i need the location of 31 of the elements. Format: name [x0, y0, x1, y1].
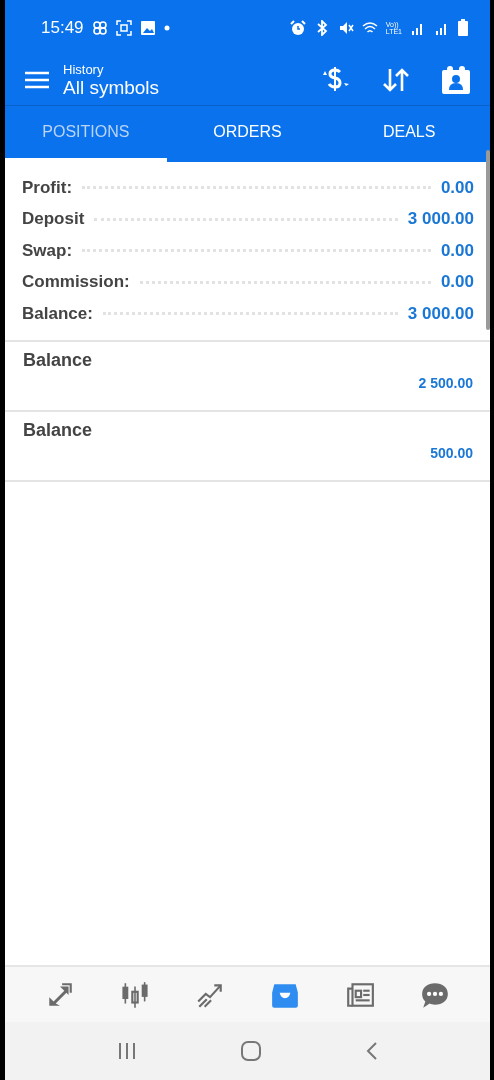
calendar-button[interactable] — [440, 64, 472, 96]
summary-value: 0.00 — [440, 240, 474, 261]
summary-label: Deposit — [22, 209, 85, 230]
recent-apps-icon[interactable] — [117, 1043, 136, 1059]
tab[interactable]: DEALS — [328, 106, 490, 162]
summary-value: 0.00 — [440, 177, 474, 198]
header-title: All symbols — [63, 76, 160, 99]
summary-value: 3 000.00 — [407, 303, 474, 324]
screenshot-icon — [115, 19, 132, 36]
tab[interactable]: POSITIONS — [5, 106, 167, 162]
deal-amount: 2 500.00 — [418, 374, 473, 391]
chart-nav-icon[interactable] — [120, 979, 151, 1010]
summary-label: Balance: — [22, 303, 93, 324]
tab[interactable]: ORDERS — [166, 106, 329, 162]
menu-icon[interactable] — [25, 71, 49, 89]
deal-title: Balance — [23, 349, 93, 371]
notification-dot-icon — [163, 24, 170, 31]
image-icon — [139, 19, 156, 36]
alarm-icon — [289, 19, 306, 36]
back-icon[interactable] — [365, 1042, 378, 1060]
header-subtitle: History — [63, 61, 105, 77]
deal-amount: 500.00 — [430, 444, 473, 461]
summary-value: 0.00 — [440, 272, 474, 293]
summary-label: Commission: — [22, 272, 130, 293]
summary-label: Profit: — [22, 177, 73, 198]
deal-title: Balance — [23, 419, 93, 441]
status-time: 15:49 — [41, 17, 84, 38]
summary-label: Swap: — [22, 240, 73, 261]
battery-icon — [458, 19, 468, 36]
summary-value: 3 000.00 — [407, 209, 474, 230]
home-icon[interactable] — [240, 1041, 261, 1061]
